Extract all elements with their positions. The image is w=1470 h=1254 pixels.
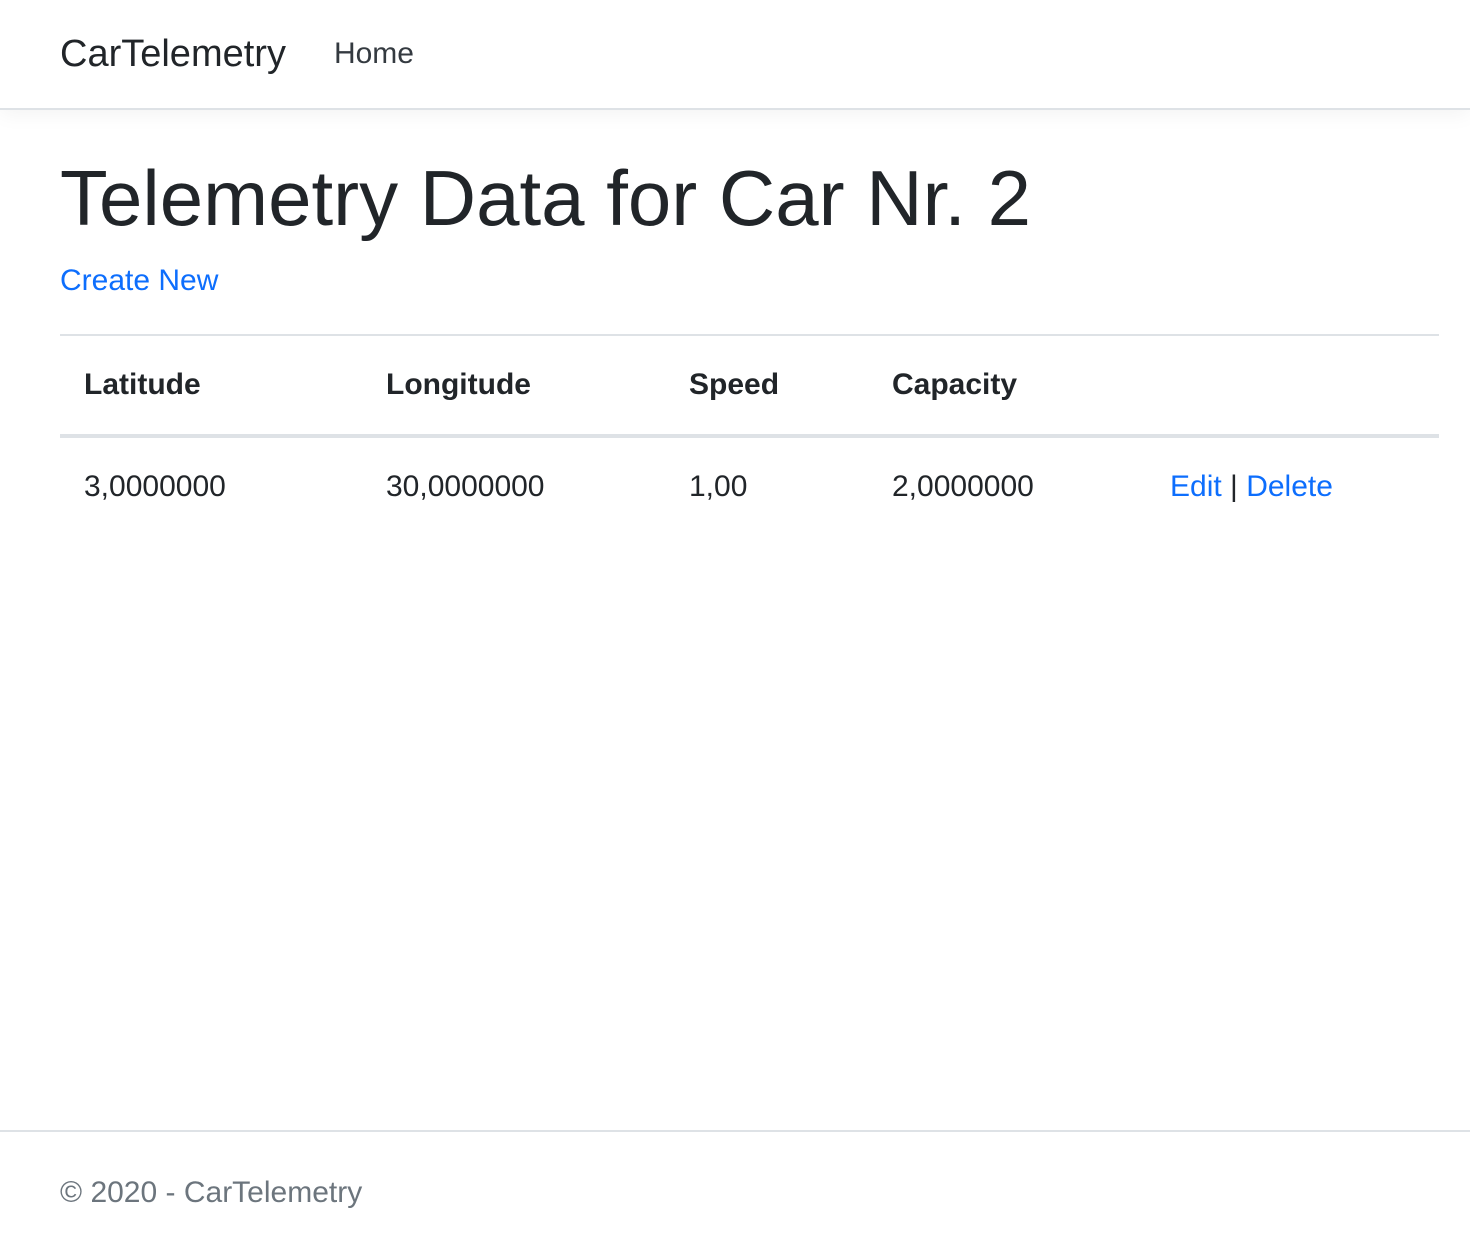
page-title: Telemetry Data for Car Nr. 2 [60, 154, 1031, 242]
cell-latitude: 3,0000000 [84, 469, 226, 503]
separator: | [1230, 469, 1238, 503]
header-latitude: Latitude [60, 333, 362, 438]
main-content: Telemetry Data for Car Nr. 2 Create New … [0, 152, 1470, 536]
nav-home-link[interactable]: Home [334, 37, 414, 71]
footer-text: © 2020 - CarTelemetry [60, 1176, 363, 1209]
delete-link[interactable]: Delete [1246, 470, 1333, 503]
navbar: CarTelemetry Home [0, 0, 1470, 110]
header-actions [1146, 333, 1439, 438]
cell-longitude: 30,0000000 [386, 469, 545, 503]
cell-speed: 1,00 [689, 469, 748, 503]
edit-link[interactable]: Edit [1170, 470, 1222, 503]
cell-actions: Edit | Delete [1146, 436, 1439, 536]
table-header-row: Latitude Longitude Speed Capacity [60, 333, 1439, 438]
brand-link[interactable]: CarTelemetry [60, 33, 286, 76]
footer: © 2020 - CarTelemetry [0, 1130, 1470, 1254]
header-capacity: Capacity [868, 333, 1146, 438]
telemetry-table: Latitude Longitude Speed Capacity 3,0000… [60, 333, 1439, 536]
cell-capacity: 2,0000000 [892, 469, 1034, 503]
table-row: 3,0000000 30,0000000 1,00 2,0000000 Edit… [60, 436, 1439, 536]
create-new-link[interactable]: Create New [60, 264, 218, 297]
header-speed: Speed [665, 333, 868, 438]
header-longitude: Longitude [362, 333, 665, 438]
